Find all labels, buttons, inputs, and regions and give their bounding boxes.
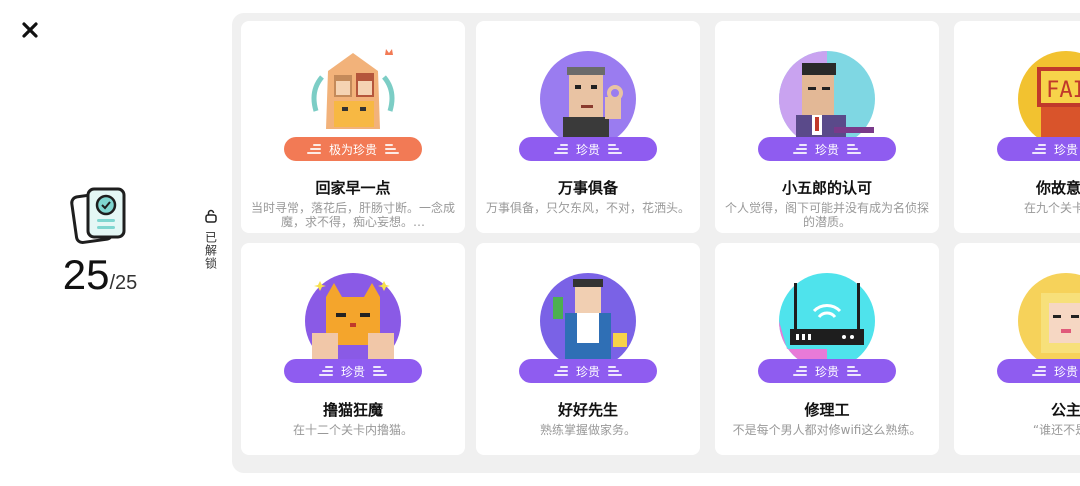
achievement-summary: 25/25 — [40, 185, 160, 299]
card-title: 万事俱备 — [557, 179, 618, 197]
tab-unlocked[interactable]: 已解锁 — [200, 208, 222, 274]
rarity-label: 珍贵 — [575, 142, 600, 157]
card-title: 好好先生 — [557, 401, 618, 419]
card-title: 修理工 — [804, 401, 850, 419]
ok-hand-man-icon — [540, 51, 636, 147]
badge-certificate-icon — [70, 187, 126, 245]
total-count: /25 — [109, 272, 138, 294]
stripes-icon — [847, 144, 861, 154]
achievement-card[interactable]: 珍贵 小五郎的认可 个人觉得，阁下可能并没有成为名侦探的潜质。 — [715, 21, 939, 233]
detective-icon — [779, 51, 875, 147]
stripes-icon — [385, 144, 399, 154]
rarity-label: 珍贵 — [1053, 364, 1078, 379]
achievement-card[interactable]: 珍贵 好好先生 熟练掌握做家务。 — [476, 243, 700, 455]
rarity-badge: 极为珍贵 — [284, 137, 422, 161]
stripes-icon — [318, 366, 333, 376]
card-description: 在九个关卡中触 — [1023, 201, 1080, 215]
stripes-icon — [608, 366, 622, 376]
rarity-label: 极为珍贵 — [328, 142, 377, 157]
card-description: 不是每个男人都对修wifi这么熟练。 — [732, 423, 922, 437]
stripes-icon — [1031, 366, 1046, 376]
cat-icon — [305, 273, 401, 369]
unlocked-count: 25 — [62, 251, 110, 298]
card-description: “谁还不是个 — [1032, 423, 1080, 437]
sign-icon: FAI — [1018, 51, 1080, 147]
card-title: 小五郎的认可 — [781, 179, 872, 197]
card-description: 在十二个关卡内撸猫。 — [292, 423, 413, 437]
stripes-icon — [847, 366, 861, 376]
family-pixel-icon — [311, 49, 395, 129]
card-title: 公主 — [1050, 401, 1080, 419]
card-description: 个人觉得，阁下可能并没有成为名侦探的潜质。 — [724, 201, 929, 229]
achievement-card[interactable]: 极为珍贵 回家早一点 当时寻常，落花后，肝肠寸断。一念成魔，求不得，痴心妄想。… — [241, 21, 465, 233]
housework-man-icon — [540, 273, 636, 369]
card-title: 回家早一点 — [315, 179, 391, 197]
achievement-card[interactable]: 珍贵 万事俱备 万事俱备，只欠东风，不对，花洒头。 — [476, 21, 700, 233]
tab-unlocked-label: 已解锁 — [203, 231, 218, 270]
rarity-badge: 珍贵 — [519, 137, 657, 161]
stripes-icon — [608, 144, 622, 154]
princess-icon — [1018, 273, 1080, 369]
rarity-badge: 珍贵 — [284, 359, 422, 383]
achievement-card[interactable]: 珍贵 撸猫狂魔 在十二个关卡内撸猫。 — [241, 243, 465, 455]
stripes-icon — [792, 144, 807, 154]
rarity-label: 珍贵 — [814, 142, 839, 157]
rarity-badge: 珍贵 — [997, 137, 1080, 161]
rarity-label: 珍贵 — [814, 364, 839, 379]
stripes-icon — [1031, 144, 1046, 154]
card-description: 熟练掌握做家务。 — [539, 423, 636, 437]
achievement-grid: 极为珍贵 回家早一点 当时寻常，落花后，肝肠寸断。一念成魔，求不得，痴心妄想。…… — [232, 13, 1080, 473]
rarity-label: 珍贵 — [340, 364, 365, 379]
card-description: 万事俱备，只欠东风，不对，花洒头。 — [485, 201, 690, 215]
close-button[interactable] — [18, 18, 42, 42]
rarity-badge: 珍贵 — [758, 137, 896, 161]
close-icon — [22, 22, 38, 38]
achievement-card[interactable]: 珍贵 公主 “谁还不是个 — [954, 243, 1080, 455]
card-description: 当时寻常，落花后，肝肠寸断。一念成魔，求不得，痴心妄想。… — [250, 201, 455, 229]
card-title: 撸猫狂魔 — [322, 401, 383, 419]
stripes-icon — [306, 144, 321, 154]
unlock-icon — [205, 209, 217, 223]
achievement-card[interactable]: FAI 珍贵 你故意的 在九个关卡中触 — [954, 21, 1080, 233]
stripes-icon — [373, 366, 387, 376]
rarity-badge: 珍贵 — [758, 359, 896, 383]
rarity-label: 珍贵 — [1053, 142, 1078, 157]
achievement-count: 25/25 — [40, 251, 160, 299]
svg-text:FAI: FAI — [1046, 78, 1080, 103]
router-icon — [779, 273, 875, 369]
achievement-card[interactable]: 珍贵 修理工 不是每个男人都对修wifi这么熟练。 — [715, 243, 939, 455]
stripes-icon — [553, 144, 568, 154]
rarity-badge: 珍贵 — [997, 359, 1080, 383]
card-title: 你故意的 — [1035, 179, 1080, 197]
stripes-icon — [553, 366, 568, 376]
rarity-label: 珍贵 — [575, 364, 600, 379]
rarity-badge: 珍贵 — [519, 359, 657, 383]
stripes-icon — [792, 366, 807, 376]
